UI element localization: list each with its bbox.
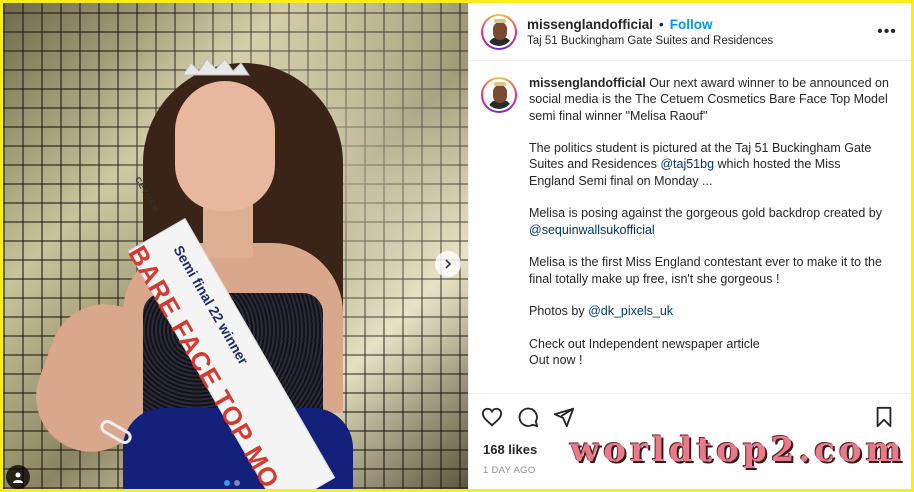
face	[175, 81, 275, 211]
comment-icon[interactable]	[517, 406, 541, 430]
post-media[interactable]: CETUEM BARE FACE TOP MO Semi final 22 wi…	[3, 3, 468, 489]
chevron-right-icon	[445, 259, 452, 269]
follow-button[interactable]: Follow	[670, 17, 713, 32]
watermark: worldtop2.com	[570, 430, 906, 470]
post-window: CETUEM BARE FACE TOP MO Semi final 22 wi…	[3, 3, 911, 489]
post-panel: missenglandofficial • Follow Taj 51 Buck…	[468, 3, 911, 489]
bookmark-icon[interactable]	[873, 406, 897, 430]
caption-avatar[interactable]	[481, 77, 517, 113]
caption: missenglandofficial Our next award winne…	[481, 75, 899, 385]
mention-link[interactable]: @sequinwallsukofficial	[529, 223, 655, 237]
action-buttons	[469, 394, 911, 430]
caption-username[interactable]: missenglandofficial	[529, 76, 646, 90]
heart-icon[interactable]	[481, 406, 505, 430]
mention-link[interactable]: @taj51bg	[660, 157, 714, 171]
carousel-dot	[234, 480, 240, 486]
post-header: missenglandofficial • Follow Taj 51 Buck…	[469, 3, 911, 61]
mention-link[interactable]: @dk_pixels_uk	[588, 304, 673, 318]
user-icon	[13, 472, 23, 483]
tiara-icon	[182, 58, 250, 76]
carousel-indicator	[224, 480, 240, 486]
share-icon[interactable]	[553, 406, 577, 430]
tagged-users-button[interactable]	[6, 465, 30, 489]
carousel-dot	[224, 480, 230, 486]
header-username[interactable]: missenglandofficial	[527, 17, 653, 32]
more-options-icon[interactable]: •••	[875, 20, 899, 44]
carousel-next-button[interactable]	[435, 251, 461, 277]
separator-dot: •	[659, 16, 664, 32]
caption-text: missenglandofficial Our next award winne…	[529, 76, 889, 368]
location-link[interactable]: Taj 51 Buckingham Gate Suites and Reside…	[527, 35, 875, 47]
avatar[interactable]	[481, 13, 517, 50]
